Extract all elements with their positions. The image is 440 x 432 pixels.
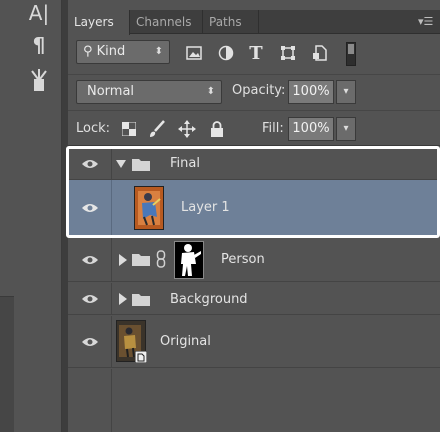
eye-icon[interactable] (68, 316, 112, 367)
tool-strip: A| ¶ (0, 0, 62, 432)
tab-layers[interactable]: Layers (68, 10, 130, 35)
folder-icon (132, 294, 150, 306)
layer-row-background[interactable]: Background (68, 283, 440, 315)
smart-object-badge-icon (135, 351, 147, 363)
fill-label: Fill: (262, 121, 284, 136)
lock-label: Lock: (76, 121, 111, 136)
fill-dropdown-icon[interactable]: ▾ (336, 117, 356, 141)
layer-row-person[interactable]: Person (68, 238, 440, 282)
lock-position-icon[interactable] (178, 120, 196, 138)
type-filter-icon[interactable]: T (246, 43, 266, 64)
chevron-updown-icon: ⬍ (154, 46, 163, 57)
opacity-label: Opacity: (232, 83, 286, 98)
tools-icon[interactable] (24, 68, 54, 94)
expand-triangle-right-icon[interactable] (118, 293, 128, 305)
type-mask-tool-icon[interactable]: A| (24, 0, 54, 26)
blend-row: Normal ⬍ Opacity: 100% ▾ (68, 74, 440, 108)
smart-object-filter-icon[interactable] (310, 43, 330, 63)
layer-thumbnail (116, 320, 147, 363)
layers-panel: Layers Channels Paths ▾☰ ⚲ Kind ⬍ T Norm… (68, 0, 440, 432)
layer-mask-thumbnail (174, 241, 204, 279)
eye-icon[interactable] (68, 148, 112, 179)
tool-strip-divider (0, 296, 14, 432)
lock-all-icon[interactable] (208, 120, 226, 138)
layer-name-original: Original (160, 334, 211, 349)
shape-filter-icon[interactable] (278, 43, 298, 63)
eye-icon[interactable] (68, 238, 112, 281)
expand-triangle-down-icon[interactable] (116, 159, 126, 169)
fill-input[interactable]: 100% (288, 117, 334, 141)
blend-mode-select[interactable]: Normal ⬍ (76, 80, 222, 104)
search-icon: ⚲ (83, 44, 97, 59)
folder-icon (132, 254, 150, 266)
adjustment-filter-icon[interactable] (216, 43, 236, 63)
chevron-updown-icon: ⬍ (206, 86, 215, 97)
eye-column-empty (68, 369, 112, 432)
paragraph-icon[interactable]: ¶ (24, 32, 54, 58)
layer-row-final[interactable]: Final (68, 148, 440, 180)
eye-icon[interactable] (68, 180, 112, 235)
layer-name-layer-1: Layer 1 (181, 200, 230, 215)
panel-tabs: Layers Channels Paths ▾☰ (68, 10, 440, 35)
pixel-filter-icon[interactable] (184, 43, 204, 63)
blend-mode-value: Normal (87, 84, 135, 99)
opacity-input[interactable]: 100% (288, 80, 334, 104)
tab-paths[interactable]: Paths (203, 10, 259, 34)
layer-row-original[interactable]: Original (68, 316, 440, 368)
filter-kind-select[interactable]: ⚲ Kind ⬍ (76, 40, 170, 64)
filter-row: ⚲ Kind ⬍ T (68, 34, 440, 74)
opacity-dropdown-icon[interactable]: ▾ (336, 80, 356, 104)
lock-row: Lock: Fill: 100% ▾ (68, 110, 440, 146)
layer-thumbnail (134, 186, 164, 230)
layer-row-layer-1[interactable]: Layer 1 (68, 180, 440, 236)
folder-icon (132, 159, 150, 171)
filter-toggle[interactable] (346, 42, 356, 66)
layer-name-person: Person (221, 252, 265, 267)
lock-image-pixels-icon[interactable] (148, 120, 166, 138)
layer-name-background: Background (170, 292, 248, 307)
eye-icon[interactable] (68, 283, 112, 314)
layer-name-final: Final (170, 156, 200, 171)
lock-transparent-pixels-icon[interactable] (120, 120, 138, 138)
filter-kind-label: Kind (96, 44, 126, 59)
expand-triangle-right-icon[interactable] (118, 254, 128, 266)
panel-menu-icon[interactable]: ▾☰ (418, 16, 434, 28)
tab-channels[interactable]: Channels (130, 10, 203, 34)
link-icon[interactable] (156, 250, 166, 268)
